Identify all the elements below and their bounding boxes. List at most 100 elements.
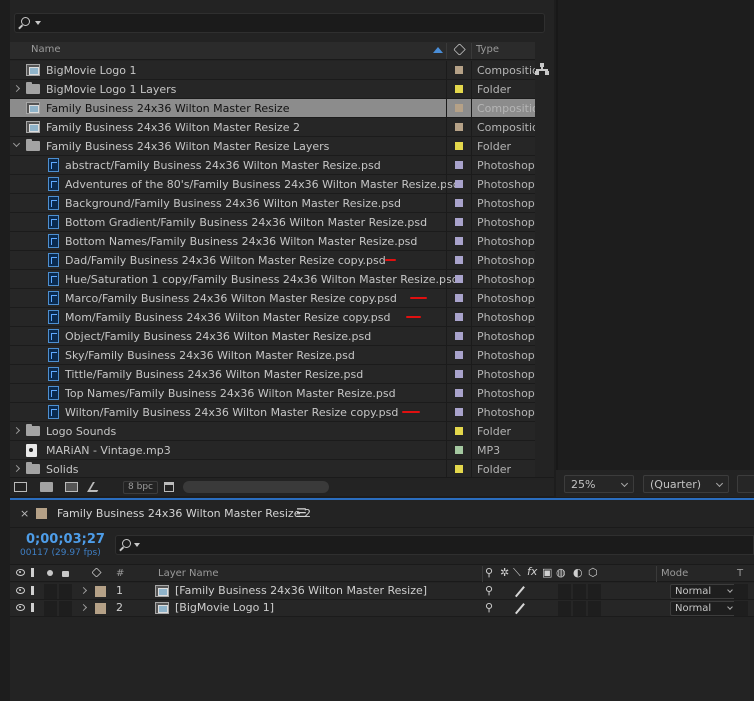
project-item[interactable]: Family Business 24x36 Wilton Master Resi… [10, 99, 535, 118]
project-item[interactable]: abstract/Family Business 24x36 Wilton Ma… [10, 156, 535, 175]
track-matte-column-header[interactable]: T [737, 568, 743, 579]
timeline-search-input[interactable] [115, 535, 754, 555]
label-color-swatch[interactable] [455, 161, 463, 169]
shy-switch-icon[interactable]: ⚲ [485, 601, 493, 614]
close-tab-icon[interactable]: × [20, 507, 29, 520]
layer-row[interactable]: 2 [BigMovie Logo 1] ⚲ Normal [10, 600, 754, 617]
mode-column-header[interactable]: Mode [661, 568, 688, 579]
label-color-swatch[interactable] [95, 603, 106, 614]
eye-icon[interactable] [16, 604, 25, 611]
track-matte-cell[interactable] [734, 601, 748, 616]
switch-cell[interactable] [573, 601, 586, 616]
project-settings-icon[interactable] [87, 482, 103, 492]
track-matte-cell[interactable] [734, 584, 748, 599]
current-time-display[interactable]: 0;00;03;27 [26, 532, 105, 547]
label-color-swatch[interactable] [455, 199, 463, 207]
column-divider[interactable] [471, 43, 472, 59]
project-item[interactable]: Sky/Family Business 24x36 Wilton Master … [10, 346, 535, 365]
lock-toggle[interactable] [59, 601, 72, 616]
layer-name-header[interactable]: Layer Name [158, 568, 219, 579]
project-item[interactable]: Logo Sounds Folder [10, 422, 535, 441]
label-color-swatch[interactable] [455, 427, 463, 435]
lock-toggle[interactable] [59, 584, 72, 599]
eye-icon[interactable] [16, 587, 25, 594]
label-color-swatch[interactable] [455, 294, 463, 302]
solo-toggle[interactable] [44, 601, 57, 616]
label-color-swatch[interactable] [455, 332, 463, 340]
label-color-swatch[interactable] [455, 389, 463, 397]
switch-cell[interactable] [573, 584, 586, 599]
quality-switch-icon[interactable] [514, 603, 525, 614]
project-item[interactable]: Bottom Names/Family Business 24x36 Wilto… [10, 232, 535, 251]
label-color-swatch[interactable] [95, 586, 106, 597]
label-color-swatch[interactable] [455, 256, 463, 264]
blend-mode-dropdown[interactable]: Normal [670, 584, 738, 599]
label-color-swatch[interactable] [455, 66, 463, 74]
project-item[interactable]: MARiAN - Vintage.mp3 MP3 [10, 441, 535, 460]
project-item[interactable]: Bottom Gradient/Family Business 24x36 Wi… [10, 213, 535, 232]
project-horizontal-scrollbar[interactable] [183, 481, 329, 493]
twirl-closed-icon[interactable] [12, 84, 21, 93]
layer-row[interactable]: 1 [Family Business 24x36 Wilton Master Re… [10, 583, 754, 600]
column-divider[interactable] [446, 43, 447, 59]
shy-switch-icon[interactable]: ⚲ [485, 584, 493, 597]
label-color-swatch[interactable] [455, 408, 463, 416]
search-dropdown-icon[interactable] [35, 21, 41, 25]
bit-depth-button[interactable]: 8 bpc [123, 481, 158, 494]
twirl-closed-icon[interactable] [12, 426, 21, 435]
project-item[interactable]: BigMovie Logo 1 Compositio [10, 61, 535, 80]
switch-cell[interactable] [588, 601, 601, 616]
project-item[interactable]: Family Business 24x36 Wilton Master Resi… [10, 118, 535, 137]
label-color-swatch[interactable] [455, 237, 463, 245]
project-item[interactable]: Wilton/Family Business 24x36 Wilton Mast… [10, 403, 535, 422]
label-color-swatch[interactable] [455, 142, 463, 150]
type-column-header[interactable]: Type [476, 44, 499, 55]
project-search-input[interactable] [14, 13, 545, 33]
project-item[interactable]: Marco/Family Business 24x36 Wilton Maste… [10, 289, 535, 308]
switch-cell[interactable] [588, 584, 601, 599]
fast-previews-button[interactable] [737, 475, 754, 493]
layer-name[interactable]: [Family Business 24x36 Wilton Master Res… [175, 584, 427, 597]
layer-name[interactable]: [BigMovie Logo 1] [175, 601, 274, 614]
project-item[interactable]: Top Names/Family Business 24x36 Wilton M… [10, 384, 535, 403]
project-item[interactable]: Tittle/Family Business 24x36 Wilton Mast… [10, 365, 535, 384]
project-item[interactable]: Background/Family Business 24x36 Wilton … [10, 194, 535, 213]
interpret-footage-icon[interactable] [14, 482, 27, 492]
label-color-swatch[interactable] [455, 104, 463, 112]
label-tag-icon[interactable] [453, 43, 466, 56]
flowchart-icon[interactable] [535, 63, 549, 75]
speaker-icon[interactable] [31, 603, 39, 612]
resolution-dropdown[interactable]: (Quarter) [643, 475, 729, 493]
project-item[interactable]: Hue/Saturation 1 copy/Family Business 24… [10, 270, 535, 289]
project-item[interactable]: Object/Family Business 24x36 Wilton Mast… [10, 327, 535, 346]
speaker-icon[interactable] [31, 586, 39, 595]
project-item[interactable]: Adventures of the 80's/Family Business 2… [10, 175, 535, 194]
name-column-header[interactable]: Name [31, 44, 61, 55]
blend-mode-dropdown[interactable]: Normal [670, 601, 738, 616]
switch-cell[interactable] [558, 601, 571, 616]
quality-switch-icon[interactable] [514, 586, 525, 597]
magnification-dropdown[interactable]: 25% [564, 475, 634, 493]
new-composition-icon[interactable] [65, 482, 78, 492]
twirl-closed-icon[interactable] [79, 603, 88, 612]
twirl-closed-icon[interactable] [79, 586, 88, 595]
solo-toggle[interactable] [44, 584, 57, 599]
project-item[interactable]: Dad/Family Business 24x36 Wilton Master … [10, 251, 535, 270]
twirl-open-icon[interactable] [12, 139, 21, 148]
search-dropdown-icon[interactable] [134, 543, 140, 547]
label-color-swatch[interactable] [455, 313, 463, 321]
timeline-tab-title[interactable]: Family Business 24x36 Wilton Master Resi… [57, 507, 311, 520]
label-color-swatch[interactable] [455, 446, 463, 454]
twirl-closed-icon[interactable] [12, 464, 21, 473]
panel-menu-icon[interactable]: ☰ [296, 506, 307, 520]
label-color-swatch[interactable] [455, 351, 463, 359]
label-color-swatch[interactable] [455, 180, 463, 188]
label-color-swatch[interactable] [455, 123, 463, 131]
project-item[interactable]: BigMovie Logo 1 Layers Folder [10, 80, 535, 99]
label-color-swatch[interactable] [455, 370, 463, 378]
switch-cell[interactable] [558, 584, 571, 599]
label-color-swatch[interactable] [455, 85, 463, 93]
project-item[interactable]: Family Business 24x36 Wilton Master Resi… [10, 137, 535, 156]
project-item[interactable]: Mom/Family Business 24x36 Wilton Master … [10, 308, 535, 327]
label-color-swatch[interactable] [455, 465, 463, 473]
